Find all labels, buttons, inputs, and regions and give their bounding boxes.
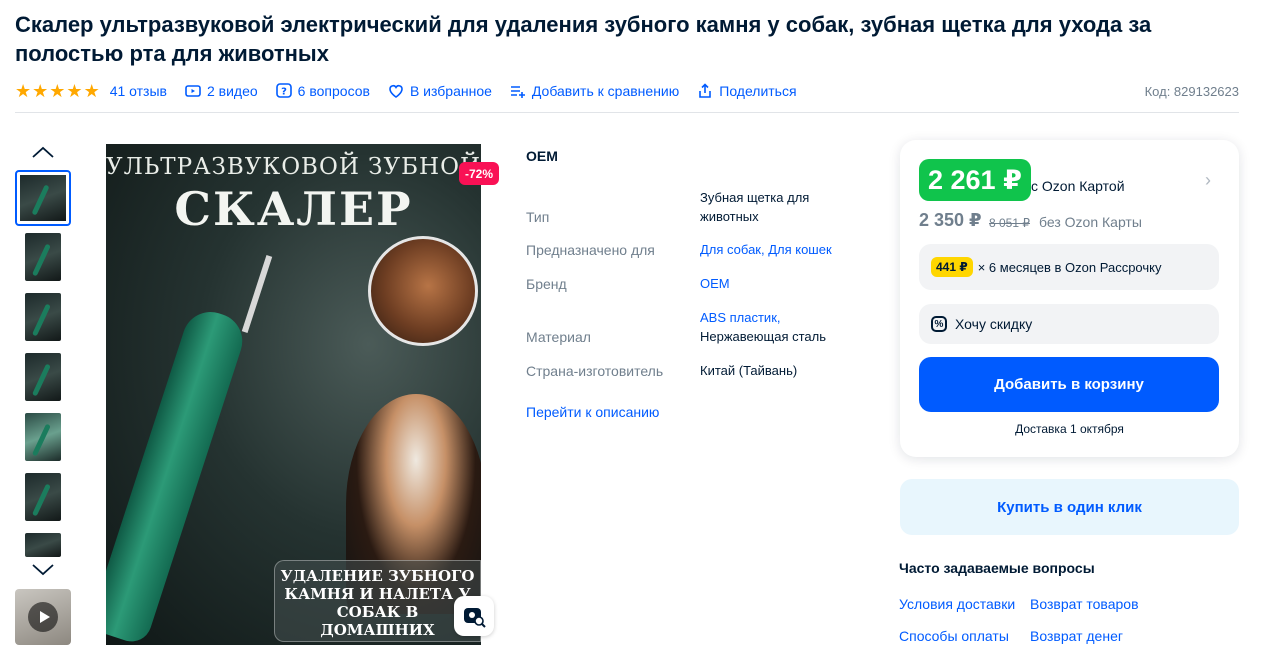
spec-key: Предназначено для	[526, 241, 700, 259]
rating-stars[interactable]: ★ ★ ★ ★ ★	[15, 82, 100, 100]
heart-icon	[389, 85, 403, 98]
delivery-date: Доставка 1 октября	[1015, 422, 1124, 436]
favorites-label: В избранное	[409, 83, 492, 99]
image-text-big: СКАЛЕР	[174, 182, 413, 236]
chevron-right-icon[interactable]: ›	[1205, 170, 1211, 191]
price-card: 2 261 ₽ с Ozon Картой › 2 350 ₽ 8 051 ₽ …	[900, 140, 1239, 457]
scaler-device-graphic	[106, 304, 250, 645]
product-title: Скалер ультразвуковой электрический для …	[15, 12, 1152, 66]
faq-title: Часто задаваемые вопросы	[899, 560, 1095, 576]
faq-link-returns[interactable]: Возврат товаров	[1030, 596, 1139, 612]
installment-button[interactable]: 441 ₽ × 6 месяцев в Ozon Рассрочку	[919, 244, 1219, 290]
add-to-cart-button[interactable]: Добавить в корзину	[919, 357, 1219, 412]
image-text-top: УЛЬТРАЗВУКОВОЙ ЗУБНОЙ	[106, 154, 481, 180]
material-text: Нержавеющая сталь	[700, 329, 826, 344]
question-icon: ?	[275, 83, 292, 98]
header-divider	[15, 112, 1239, 113]
brand-link[interactable]: OEM	[700, 276, 730, 291]
product-meta-row: ★ ★ ★ ★ ★ 41 отзыв 2 видео ? 6 вопросов …	[15, 80, 1239, 102]
reviews-link[interactable]: 41 отзыв	[110, 83, 167, 99]
video-thumbnail[interactable]	[15, 589, 71, 645]
spec-row-material: Материал ABS пластик, Нержавеющая сталь	[526, 308, 866, 346]
discount-badge: -72%	[459, 162, 500, 185]
videos-link[interactable]: 2 видео	[185, 83, 258, 99]
spec-row-brand: Бренд OEM	[526, 274, 866, 293]
product-main-image[interactable]: УЛЬТРАЗВУКОВОЙ ЗУБНОЙ СКАЛЕР УДАЛЕНИЕ ЗУ…	[106, 144, 481, 645]
scaler-tip-graphic	[241, 255, 273, 333]
compare-link[interactable]: Добавить к сравнению	[510, 83, 679, 99]
material-link[interactable]: ABS пластик,	[700, 310, 781, 325]
thumbnail-2[interactable]	[25, 233, 61, 281]
star-icon: ★	[15, 81, 32, 101]
gallery-thumbnails	[15, 140, 71, 164]
spec-row-purpose: Предназначено для Для собак, Для кошек	[526, 240, 866, 259]
buy-one-click-button[interactable]: Купить в один клик	[900, 479, 1239, 535]
want-discount-label: Хочу скидку	[955, 316, 1033, 332]
reviews-label: 41 отзыв	[109, 83, 167, 99]
spec-row-type: Тип Зубная щетка для животных	[526, 188, 866, 226]
star-icon: ★	[32, 81, 49, 101]
spec-value: OEM	[700, 274, 866, 293]
dog-teeth-zoom-graphic	[368, 236, 478, 346]
compare-icon	[510, 86, 525, 98]
star-icon: ★	[49, 81, 66, 101]
faq-link-delivery[interactable]: Условия доставки	[899, 596, 1015, 612]
discount-icon: %	[931, 316, 947, 332]
ozon-card-price[interactable]: 2 261 ₽	[919, 159, 1031, 201]
spec-key: Материал	[526, 328, 700, 346]
star-icon: ★	[83, 81, 100, 101]
thumbnail-3[interactable]	[25, 293, 61, 341]
star-icon: ★	[66, 81, 83, 101]
image-search-button[interactable]	[454, 596, 494, 636]
chevron-down-icon[interactable]	[15, 558, 71, 582]
spec-value: Для собак, Для кошек	[700, 240, 866, 259]
old-price: 8 051 ₽	[989, 216, 1030, 230]
thumbnail-5[interactable]	[25, 413, 61, 461]
product-code: Код: 829132623	[1144, 83, 1239, 99]
thumbnail-1[interactable]	[15, 170, 71, 226]
spec-key: Бренд	[526, 275, 700, 293]
go-to-description-link[interactable]: Перейти к описанию	[526, 404, 659, 420]
spec-key: Страна-изготовитель	[526, 362, 700, 380]
questions-label: 6 вопросов	[297, 83, 370, 99]
share-link[interactable]: Поделиться	[697, 83, 797, 99]
faq-link-payment[interactable]: Способы оплаты	[899, 628, 1009, 644]
purpose-link[interactable]: Для собак, Для кошек	[700, 242, 832, 257]
ozon-card-label: с Ozon Картой	[1031, 178, 1125, 194]
share-icon	[699, 83, 712, 98]
faq-link-refund[interactable]: Возврат денег	[1030, 628, 1123, 644]
spec-value: Зубная щетка для животных	[700, 190, 810, 224]
spec-value: ABS пластик, Нержавеющая сталь	[700, 308, 866, 346]
regular-price: 2 350 ₽	[919, 210, 982, 230]
video-icon	[185, 85, 201, 97]
thumbnail-6[interactable]	[25, 473, 61, 521]
videos-label: 2 видео	[206, 83, 258, 99]
play-icon	[28, 602, 58, 632]
brand-name[interactable]: OEM	[526, 148, 558, 164]
share-label: Поделиться	[719, 83, 797, 99]
compare-label: Добавить к сравнению	[531, 83, 680, 99]
want-discount-button[interactable]: % Хочу скидку	[919, 304, 1219, 344]
spec-key: Тип	[526, 208, 700, 226]
thumbnail-7[interactable]	[25, 533, 61, 557]
spec-value: Китай (Тайвань)	[700, 363, 798, 378]
favorites-link[interactable]: В избранное	[388, 83, 492, 99]
installment-amount: 441 ₽	[931, 257, 973, 277]
installment-text: × 6 месяцев в Ozon Рассрочку	[977, 259, 1162, 275]
image-text-bottom: УДАЛЕНИЕ ЗУБНОГО КАМНЯ И НАЛЕТА У СОБАК …	[274, 560, 481, 642]
chevron-up-icon[interactable]	[15, 140, 71, 164]
thumbnail-4[interactable]	[25, 353, 61, 401]
without-card-label: без Ozon Карты	[1039, 214, 1142, 230]
spec-row-country: Страна-изготовитель Китай (Тайвань)	[526, 361, 866, 380]
svg-text:?: ?	[281, 87, 287, 98]
image-search-icon	[464, 608, 486, 628]
questions-link[interactable]: ? 6 вопросов	[275, 83, 370, 99]
